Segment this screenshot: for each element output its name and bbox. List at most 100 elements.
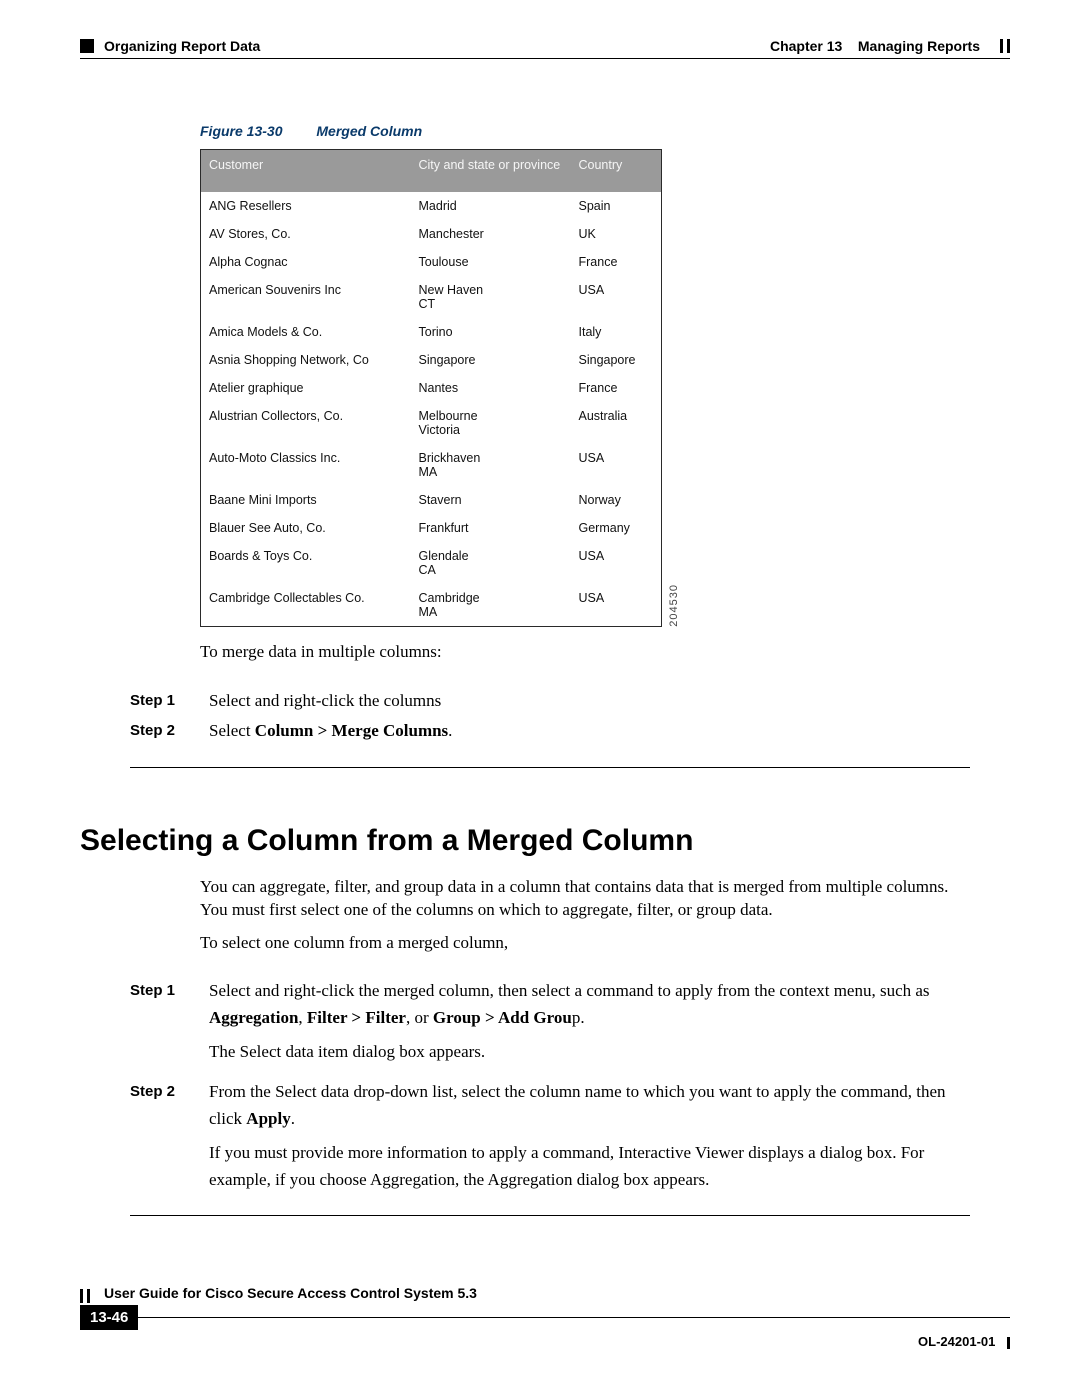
- header-rule: [80, 58, 1010, 59]
- cell-customer: Amica Models & Co.: [201, 318, 411, 346]
- cell-country: USA: [571, 444, 662, 486]
- step-label: Step 1: [130, 978, 185, 1065]
- cell-customer: Auto-Moto Classics Inc.: [201, 444, 411, 486]
- section-heading: Selecting a Column from a Merged Column: [80, 824, 1010, 858]
- bold-text: Column > Merge Columns: [255, 721, 448, 740]
- table-row: Alustrian Collectors, Co.MelbourneVictor…: [201, 402, 662, 444]
- header-marker-icon: [80, 39, 94, 53]
- cell-country: Italy: [571, 318, 662, 346]
- cell-city: CambridgeMA: [411, 584, 571, 627]
- cell-city: GlendaleCA: [411, 542, 571, 584]
- header-chapter-label: Chapter 13: [770, 38, 842, 54]
- footer-end-bar-icon: [1007, 1337, 1010, 1349]
- table-row: Blauer See Auto, Co.FrankfurtGermany: [201, 514, 662, 542]
- text: The Select data item dialog box appears.: [209, 1042, 485, 1061]
- para: To select one column from a merged colum…: [200, 932, 970, 955]
- cell-customer: Boards & Toys Co.: [201, 542, 411, 584]
- text: From the Select data drop-down list, sel…: [209, 1082, 946, 1127]
- bold-text: Aggregation: [209, 1008, 298, 1027]
- cell-customer: Atelier graphique: [201, 374, 411, 402]
- cell-country: UK: [571, 220, 662, 248]
- merged-column-table: Customer City and state or province Coun…: [200, 149, 662, 627]
- cell-customer: Alpha Cognac: [201, 248, 411, 276]
- cell-country: Australia: [571, 402, 662, 444]
- cell-customer: Blauer See Auto, Co.: [201, 514, 411, 542]
- cell-customer: AV Stores, Co.: [201, 220, 411, 248]
- page-number: 13-46: [80, 1305, 138, 1330]
- footer-guide-title: User Guide for Cisco Secure Access Contr…: [104, 1285, 477, 1303]
- cell-customer: American Souvenirs Inc: [201, 276, 411, 318]
- table-row: American Souvenirs IncNew HavenCTUSA: [201, 276, 662, 318]
- cell-customer: Cambridge Collectables Co.: [201, 584, 411, 627]
- cell-country: Norway: [571, 486, 662, 514]
- th-city: City and state or province: [411, 150, 571, 193]
- cell-city: Singapore: [411, 346, 571, 374]
- cell-country: USA: [571, 276, 662, 318]
- cell-country: USA: [571, 584, 662, 627]
- cell-city: New HavenCT: [411, 276, 571, 318]
- cell-city: Torino: [411, 318, 571, 346]
- cell-customer: Baane Mini Imports: [201, 486, 411, 514]
- cell-city: Madrid: [411, 192, 571, 220]
- header-section: Organizing Report Data: [104, 38, 260, 54]
- figure-title: Merged Column: [316, 123, 422, 139]
- cell-city: BrickhavenMA: [411, 444, 571, 486]
- footer-rule: [138, 1317, 1010, 1318]
- table-row: Amica Models & Co.TorinoItaly: [201, 318, 662, 346]
- header-chapter-title: Managing Reports: [858, 38, 980, 54]
- footer-bars-icon: [80, 1289, 90, 1303]
- cell-city: Manchester: [411, 220, 571, 248]
- text: .: [448, 721, 452, 740]
- step-text: Select and right-click the columns: [209, 688, 970, 714]
- step-separator: [130, 1215, 970, 1216]
- page-footer: User Guide for Cisco Secure Access Contr…: [80, 1285, 1010, 1349]
- table-row: Boards & Toys Co.GlendaleCAUSA: [201, 542, 662, 584]
- text: Select: [209, 721, 255, 740]
- step-separator: [130, 767, 970, 768]
- text: If you must provide more information to …: [209, 1143, 924, 1188]
- table-row: Cambridge Collectables Co.CambridgeMAUSA: [201, 584, 662, 627]
- cell-country: Germany: [571, 514, 662, 542]
- cell-customer: Asnia Shopping Network, Co: [201, 346, 411, 374]
- bold-text: Group > Add Grou: [433, 1008, 572, 1027]
- figure-id-label: 204530: [668, 584, 680, 627]
- figure-caption: Figure 13-30 Merged Column: [200, 123, 970, 139]
- step-label: Step 2: [130, 1079, 185, 1192]
- intro-1: To merge data in multiple columns:: [200, 641, 970, 664]
- table-row: Asnia Shopping Network, CoSingaporeSinga…: [201, 346, 662, 374]
- cell-country: Spain: [571, 192, 662, 220]
- table-row: ANG ResellersMadridSpain: [201, 192, 662, 220]
- table-row: AV Stores, Co.ManchesterUK: [201, 220, 662, 248]
- cell-customer: ANG Resellers: [201, 192, 411, 220]
- step-label: Step 2: [130, 718, 185, 744]
- table-row: Baane Mini ImportsStavernNorway: [201, 486, 662, 514]
- th-customer: Customer: [201, 150, 411, 193]
- step-label: Step 1: [130, 688, 185, 714]
- text: Select and right-click the merged column…: [209, 981, 930, 1000]
- text: p.: [572, 1008, 585, 1027]
- text: ,: [298, 1008, 307, 1027]
- step-text: Select Column > Merge Columns.: [209, 718, 970, 744]
- cell-city: Stavern: [411, 486, 571, 514]
- step-text: From the Select data drop-down list, sel…: [209, 1079, 970, 1192]
- para: You can aggregate, filter, and group dat…: [200, 876, 970, 922]
- cell-country: France: [571, 374, 662, 402]
- cell-country: Singapore: [571, 346, 662, 374]
- page-header: Organizing Report Data Chapter 13 Managi…: [80, 38, 1010, 54]
- header-bars-icon: [1000, 39, 1010, 53]
- cell-country: USA: [571, 542, 662, 584]
- table-row: Atelier graphiqueNantesFrance: [201, 374, 662, 402]
- cell-city: Nantes: [411, 374, 571, 402]
- figure-label: Figure 13-30: [200, 123, 282, 139]
- cell-city: MelbourneVictoria: [411, 402, 571, 444]
- bold-text: Apply: [246, 1109, 290, 1128]
- cell-city: Toulouse: [411, 248, 571, 276]
- step-text: Select and right-click the merged column…: [209, 978, 970, 1065]
- cell-customer: Alustrian Collectors, Co.: [201, 402, 411, 444]
- doc-ol-code: OL-24201-01: [918, 1334, 995, 1349]
- table-row: Auto-Moto Classics Inc.BrickhavenMAUSA: [201, 444, 662, 486]
- text: , or: [406, 1008, 433, 1027]
- text: .: [291, 1109, 295, 1128]
- table-row: Alpha CognacToulouseFrance: [201, 248, 662, 276]
- cell-city: Frankfurt: [411, 514, 571, 542]
